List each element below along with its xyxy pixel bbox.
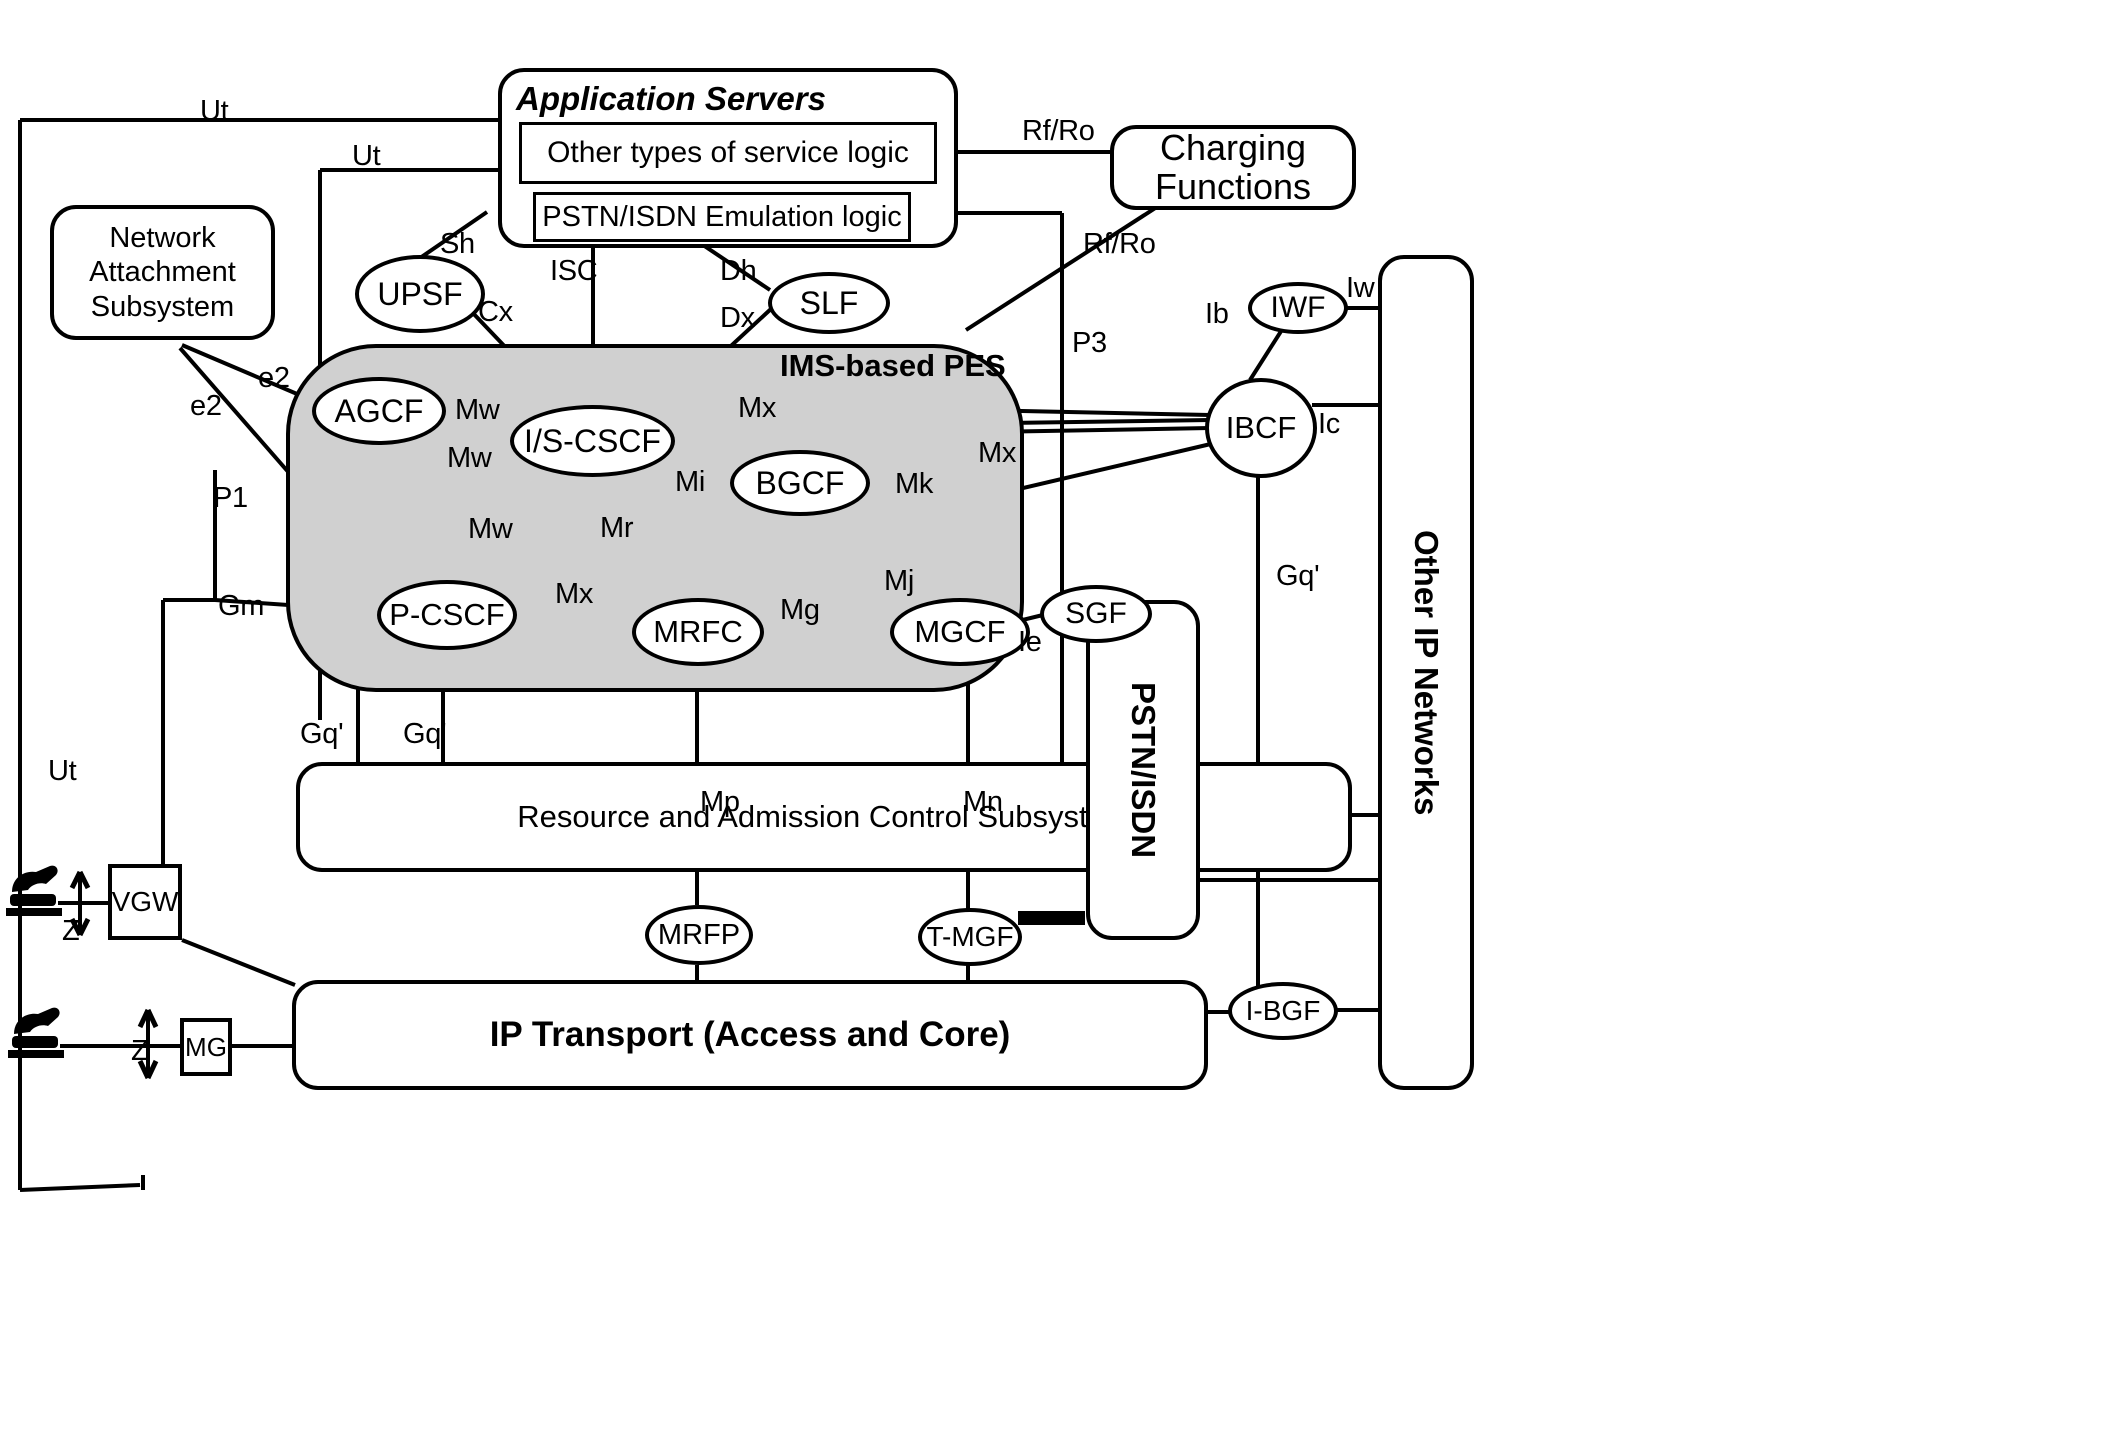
interface-label-p3: P3 <box>1072 327 1107 359</box>
nass-line1: Network <box>109 222 216 255</box>
telephone-icon-upper <box>6 865 62 916</box>
other-ip-networks-box[interactable]: Other IP Networks <box>1378 255 1474 1090</box>
interface-label-ic: Ic <box>1318 408 1340 440</box>
node-t-mgf-label: T-MGF <box>926 921 1014 952</box>
mg-box[interactable]: MG <box>180 1018 232 1076</box>
node-ibcf-label: IBCF <box>1225 410 1297 445</box>
application-servers-title: Application Servers <box>516 80 826 117</box>
interface-label-gq-3: Gq' <box>1276 560 1320 592</box>
mg-label: MG <box>185 1031 227 1062</box>
vgw-box[interactable]: VGW <box>108 864 182 940</box>
nass-line2: Attachment <box>89 256 236 289</box>
node-slf-label: SLF <box>799 284 859 321</box>
node-ibcf[interactable]: IBCF <box>1205 378 1317 478</box>
pstn-isdn-box[interactable]: PSTN/ISDN <box>1086 600 1200 940</box>
interface-label-mw-2: Mw <box>447 442 492 474</box>
interface-label-mr: Mr <box>600 512 634 544</box>
node-agcf[interactable]: AGCF <box>312 377 446 445</box>
node-mgcf[interactable]: MGCF <box>890 598 1030 666</box>
interface-label-mn: Mn <box>963 786 1003 818</box>
interface-label-dx: Dx <box>720 302 755 334</box>
network-attachment-subsystem-box[interactable]: Network Attachment Subsystem <box>50 205 275 340</box>
interface-label-ut-left: Ut <box>48 755 77 787</box>
charging-functions-box[interactable]: Charging Functions <box>1110 125 1356 210</box>
node-p-cscf[interactable]: P-CSCF <box>377 580 517 650</box>
interface-label-mx-3: Mx <box>555 578 594 610</box>
nass-line3: Subsystem <box>90 290 235 323</box>
interface-label-rf-ro-2: Rf/Ro <box>1083 228 1156 260</box>
interface-label-mw-1: Mw <box>455 394 500 426</box>
pstn-isdn-emulation-logic-label: PSTN/ISDN Emulation logic <box>542 200 902 233</box>
interface-label-mi: Mi <box>675 466 706 498</box>
interface-label-e2-a: e2 <box>258 362 290 394</box>
interface-label-dh: Dh <box>720 255 757 287</box>
interface-label-ut-2: Ut <box>352 140 381 172</box>
interface-label-mg: Mg <box>780 594 820 626</box>
node-i-bgf-label: I-BGF <box>1245 995 1321 1026</box>
interface-label-mk: Mk <box>895 468 934 500</box>
interface-label-ib: Ib <box>1205 298 1229 330</box>
node-slf[interactable]: SLF <box>768 272 890 334</box>
charging-functions-line1: Charging <box>1159 126 1307 168</box>
node-agcf-label: AGCF <box>334 392 424 429</box>
interface-label-mp: Mp <box>700 786 740 818</box>
interface-label-z-2: Z <box>131 1035 149 1067</box>
ims-based-pes-label: IMS-based PES <box>780 348 1006 383</box>
interface-label-isc: ISC <box>550 255 598 287</box>
ip-transport-box[interactable]: IP Transport (Access and Core) <box>292 980 1208 1090</box>
interface-label-gm: Gm <box>218 590 265 622</box>
node-iwf-label: IWF <box>1270 291 1326 324</box>
node-mrfc[interactable]: MRFC <box>632 598 764 666</box>
telephone-icon-lower <box>8 1007 64 1058</box>
charging-functions-line2: Functions <box>1154 165 1312 207</box>
node-iwf[interactable]: IWF <box>1248 282 1348 334</box>
interface-label-cx: Cx <box>478 296 513 328</box>
node-t-mgf[interactable]: T-MGF <box>918 908 1022 966</box>
interface-label-mj: Mj <box>884 565 915 597</box>
node-mrfc-label: MRFC <box>653 614 743 649</box>
interface-label-mx-1: Mx <box>738 392 777 424</box>
pstn-isdn-emulation-logic-box[interactable]: PSTN/ISDN Emulation logic <box>533 192 911 242</box>
pstn-isdn-label: PSTN/ISDN <box>1125 681 1162 859</box>
interface-label-iw: Iw <box>1346 272 1375 304</box>
network-architecture-diagram: IMS-based PES Application Servers Other … <box>0 0 2108 1451</box>
interface-label-p1: P1 <box>213 482 248 514</box>
racs-label: Resource and Admission Control Subsystem <box>517 799 1131 834</box>
ip-transport-label: IP Transport (Access and Core) <box>489 1015 1011 1054</box>
node-sgf-label: SGF <box>1065 597 1127 630</box>
node-p-cscf-label: P-CSCF <box>389 597 505 632</box>
node-upsf-label: UPSF <box>377 275 463 312</box>
node-bgcf-label: BGCF <box>755 464 845 501</box>
node-sgf[interactable]: SGF <box>1040 585 1152 643</box>
interface-label-gq-1: Gq' <box>300 718 344 750</box>
other-service-logic-label: Other types of service logic <box>547 136 909 169</box>
node-is-cscf-label: I/S-CSCF <box>524 422 661 459</box>
interface-label-ut-top: Ut <box>200 95 229 127</box>
interface-label-mx-2: Mx <box>978 437 1017 469</box>
node-mrfp[interactable]: MRFP <box>645 905 753 965</box>
node-mrfp-label: MRFP <box>657 918 741 951</box>
node-bgcf[interactable]: BGCF <box>730 450 870 516</box>
interface-label-gq-2: Gq' <box>403 718 447 750</box>
node-is-cscf[interactable]: I/S-CSCF <box>510 405 675 477</box>
node-i-bgf[interactable]: I-BGF <box>1228 982 1338 1040</box>
vgw-label: VGW <box>111 886 179 917</box>
interface-label-rf-ro-1: Rf/Ro <box>1022 115 1095 147</box>
node-upsf[interactable]: UPSF <box>355 255 485 333</box>
other-service-logic-box[interactable]: Other types of service logic <box>519 122 937 184</box>
node-mgcf-label: MGCF <box>914 614 1006 649</box>
interface-label-e2-b: e2 <box>190 390 222 422</box>
interface-label-sh: Sh <box>440 228 475 260</box>
application-servers-box[interactable]: Application Servers Other types of servi… <box>498 68 958 248</box>
other-ip-networks-label: Other IP Networks <box>1408 529 1445 816</box>
interface-label-ie: Ie <box>1018 626 1042 658</box>
interface-label-mw-3: Mw <box>468 513 513 545</box>
interface-label-z-1: Z <box>62 915 80 947</box>
